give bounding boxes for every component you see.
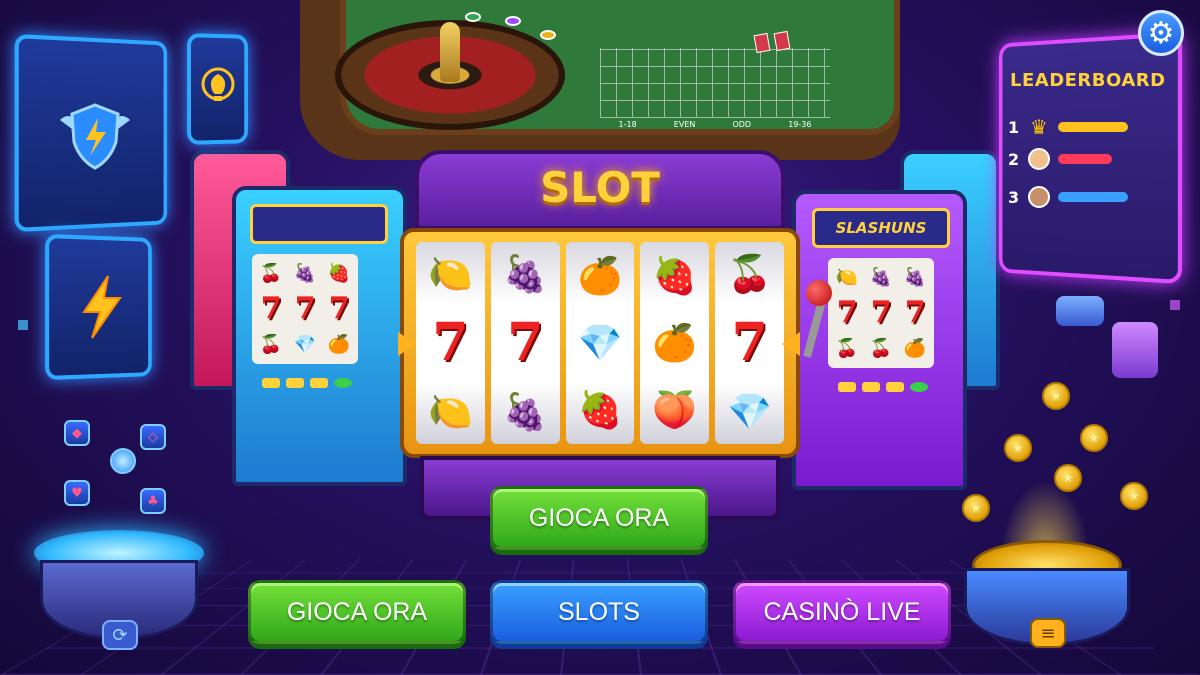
avatar — [1028, 148, 1050, 170]
reel-symbol: 🍓 — [577, 390, 623, 432]
side-buttons-left — [262, 378, 352, 388]
score-bar — [1058, 154, 1112, 164]
reel-symbol-seven: 7 — [432, 312, 469, 373]
leaderboard-row: 1 ♛ — [1008, 115, 1128, 139]
coin-icon: ★ — [962, 494, 990, 522]
reel-symbol: 🍇 — [502, 254, 548, 295]
score-bar — [1058, 192, 1128, 202]
coin-icon: ★ — [1080, 424, 1108, 452]
side-buttons-right — [838, 382, 928, 392]
reel-symbol: 🍇 — [502, 392, 548, 433]
pixel-sparkle — [18, 320, 28, 330]
coin-icon: ★ — [1120, 482, 1148, 510]
reel: 🍒 7 💎 — [715, 242, 784, 444]
score-bar — [1058, 122, 1128, 132]
reel: 🍇 7 🍇 — [490, 242, 560, 444]
reel-symbol: 🍋 — [427, 254, 473, 295]
floating-clover-icon: ♣ — [140, 488, 166, 514]
play-now-center-button[interactable]: GIOCA ORA — [490, 486, 708, 550]
casino-chip — [540, 30, 556, 40]
floating-gem-icon: ◆ — [64, 420, 90, 446]
roulette-spindle — [440, 22, 460, 82]
reel-symbol: 🍊 — [577, 255, 623, 297]
leaderboard-rank: 2 — [1008, 149, 1020, 169]
bet-label: 19-36 — [788, 120, 812, 129]
reel: 🍓 🍊 🍑 — [640, 242, 710, 444]
payline-arrow-left-icon — [398, 332, 416, 356]
reel: 🍋 7 🍋 — [416, 242, 485, 444]
coin-pipe — [1056, 296, 1104, 326]
side-reel: 🍓 7 🍊 — [327, 263, 351, 355]
machine-marquee-left — [250, 204, 388, 244]
playing-card — [753, 32, 771, 54]
gear-icon[interactable]: ⚙ — [1138, 10, 1184, 56]
winged-shield-lightning-icon — [50, 90, 140, 180]
coin-pipe — [1112, 322, 1158, 378]
reel-symbol: 🍋 — [427, 392, 473, 433]
reel-symbol: 🍑 — [652, 390, 698, 432]
coin-icon: ★ — [1004, 434, 1032, 462]
menu-icon[interactable]: ≡ — [1030, 618, 1066, 648]
machine-title: SLOT — [540, 163, 660, 212]
reel-symbol-seven: 7 — [731, 312, 768, 373]
lightning-icon — [72, 272, 132, 342]
marquee-text: SLASHUNS — [835, 219, 927, 237]
floating-diamond-icon: ◇ — [140, 424, 166, 450]
casino-chip — [505, 16, 521, 26]
reel-symbol: 🍒 — [727, 254, 772, 295]
leaderboard-title: LEADERBOARD — [1010, 70, 1166, 91]
leaderboard-row: 3 — [1008, 186, 1128, 208]
machine-marquee-right: SLASHUNS — [812, 208, 950, 248]
leaderboard-row: 2 — [1008, 148, 1112, 170]
side-reels-left: 🍒 7 🍒 🍇 7 💎 🍓 7 🍊 — [252, 254, 358, 364]
side-reel: 🍇 7 🍊 — [903, 267, 927, 359]
betting-grid — [600, 48, 830, 118]
reel-symbol: 🍓 — [652, 255, 698, 297]
live-casino-button[interactable]: CASINÒ LIVE — [733, 580, 951, 644]
side-reel: 🍒 7 🍒 — [259, 263, 283, 355]
side-reel: 🍇 7 🍒 — [869, 267, 893, 359]
crown-icon: ♛ — [1030, 115, 1048, 139]
side-reels-right: 🍋 7 🍒 🍇 7 🍒 🍇 7 🍊 — [828, 258, 934, 368]
bet-label: ODD — [732, 120, 752, 129]
reel-symbol: 💎 — [727, 392, 772, 433]
floating-orb-icon — [110, 448, 136, 474]
playing-card — [773, 30, 791, 52]
bet-label: 1-18 — [618, 120, 637, 129]
casino-chip — [465, 12, 481, 22]
reel-symbol-seven: 7 — [507, 312, 544, 373]
floating-heart-icon: ♥ — [64, 480, 90, 506]
coin-icon: ★ — [1042, 382, 1070, 410]
pixel-sparkle — [1170, 300, 1180, 310]
betting-labels: 1-18 EVEN ODD 19-36 — [600, 120, 830, 134]
side-reel: 🍋 7 🍒 — [835, 267, 859, 359]
reel: 🍊 💎 🍓 — [565, 242, 635, 444]
reel-symbol: 🍊 — [652, 322, 698, 364]
slots-button[interactable]: SLOTS — [490, 580, 708, 644]
reel-window: 🍋 7 🍋 🍇 7 🍇 🍊 💎 🍓 🍓 🍊 🍑 🍒 7 💎 — [414, 242, 786, 444]
lightbulb-icon — [198, 66, 238, 110]
avatar — [1028, 186, 1050, 208]
reel-symbol: 💎 — [577, 322, 623, 364]
lever-knob[interactable] — [806, 280, 832, 306]
bet-label: EVEN — [673, 120, 696, 129]
payline-arrow-right-icon — [782, 332, 800, 356]
leaderboard-rank: 3 — [1008, 187, 1020, 207]
refresh-icon[interactable]: ⟳ — [102, 620, 138, 650]
side-reel: 🍇 7 💎 — [293, 263, 317, 355]
play-now-button[interactable]: GIOCA ORA — [248, 580, 466, 644]
leaderboard-rank: 1 — [1008, 117, 1020, 137]
